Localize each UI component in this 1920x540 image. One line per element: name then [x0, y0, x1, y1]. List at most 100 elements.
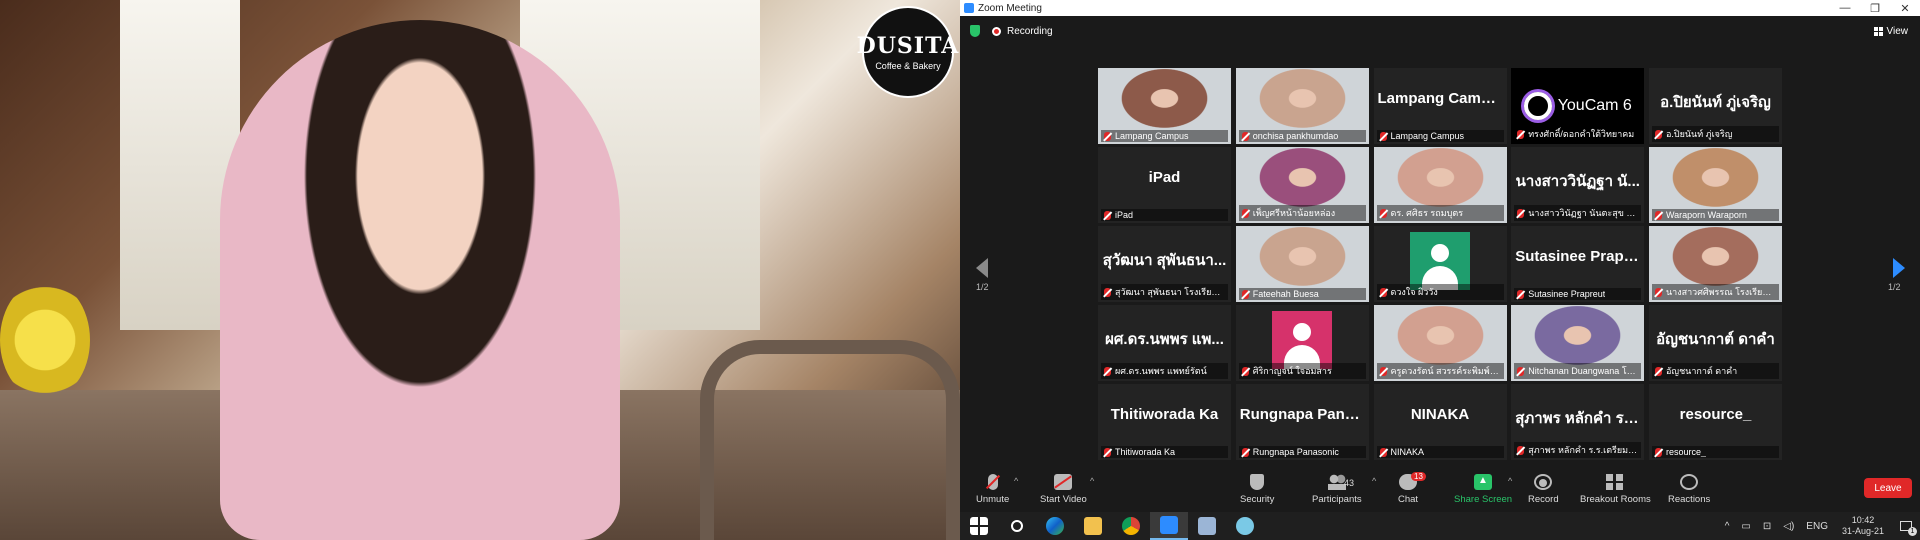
speaker-person	[220, 20, 620, 540]
participant-tile[interactable]: เพ็ญศรีหน้าน้อยหล่อง	[1235, 147, 1369, 223]
taskbar-edge[interactable]	[1036, 512, 1074, 540]
muted-mic-icon	[1379, 131, 1387, 141]
search-button[interactable]	[998, 512, 1036, 540]
chat-button[interactable]: 13 Chat	[1398, 472, 1426, 505]
taskbar-app[interactable]	[1188, 512, 1226, 540]
unmute-button[interactable]: Unmute	[976, 474, 1009, 505]
unmute-label: Unmute	[976, 494, 1010, 505]
participant-name-label: Waraporn Waraporn	[1652, 209, 1779, 221]
participant-tile[interactable]: อัญชนากาต์ ดาคำ อัญชนากาต์ ดาคำ	[1649, 305, 1782, 381]
participant-tile[interactable]: Sutasinee Prapr... Sutasinee Prapreut	[1511, 226, 1645, 302]
participant-name: Thitiworada Ka	[1115, 447, 1176, 457]
participant-name-label: Fateehah Buesa	[1238, 288, 1366, 300]
chevron-up-icon[interactable]: ^	[1725, 521, 1730, 532]
reactions-button[interactable]: Reactions	[1668, 474, 1710, 505]
clock[interactable]: 10:42 31-Aug-21	[1842, 515, 1884, 537]
audio-options-caret-icon[interactable]: ^	[1014, 476, 1018, 486]
participant-display-name: สุวัฒนา สุพันธนา...	[1102, 252, 1227, 269]
participant-name-label: Sutasinee Prapreut	[1514, 288, 1642, 300]
participant-name-label: ดร. ศศิธร รถมบุตร	[1376, 205, 1504, 221]
participants-count: 43	[1344, 478, 1355, 488]
taskbar-zoom[interactable]	[1150, 512, 1188, 540]
breakout-rooms-button[interactable]: Breakout Rooms	[1580, 474, 1651, 505]
muted-mic-icon	[1655, 129, 1662, 139]
share-options-caret-icon[interactable]: ^	[1508, 476, 1512, 486]
taskbar-file-explorer[interactable]	[1074, 512, 1112, 540]
start-button[interactable]	[960, 512, 998, 540]
muted-mic-icon	[1655, 447, 1662, 457]
next-page-arrow-icon[interactable]	[1893, 258, 1905, 278]
participant-tile[interactable]: ครูดวงรัตน์ สวรรค์ระพิมพ์วิทยา	[1373, 305, 1507, 381]
participant-tile[interactable]: ดวงใจ ผิววัง	[1373, 226, 1507, 302]
previous-page-arrow-icon[interactable]	[976, 258, 988, 278]
volume-icon[interactable]: ◁)	[1783, 521, 1794, 532]
participant-tile[interactable]: YouCam 6 ทรงศักดิ์/ดอกคำใต้วิทยาคม	[1511, 68, 1645, 144]
recording-indicator[interactable]: Recording	[992, 26, 1053, 37]
chrome-icon	[1122, 517, 1140, 535]
participant-tile[interactable]: Fateehah Buesa	[1235, 226, 1369, 302]
system-tray: ^ ▭ ⊡ ◁) ENG 10:42 31-Aug-21 1	[1719, 515, 1920, 537]
participants-caret-icon[interactable]: ^	[1372, 476, 1376, 486]
default-avatar-icon	[1272, 311, 1333, 369]
page-indicator-left: 1/2	[976, 282, 989, 292]
muted-mic-icon	[1517, 289, 1525, 299]
participant-display-name: iPad	[1148, 169, 1181, 186]
restore-button[interactable]: ❐	[1860, 2, 1890, 15]
participant-tile[interactable]: สุวัฒนา สุพันธนา... สุวัฒนา สุพันธนา โรงเ…	[1098, 226, 1231, 302]
start-video-button[interactable]: Start Video	[1040, 474, 1087, 505]
muted-mic-icon	[1241, 131, 1249, 141]
participant-tile[interactable]: ดร. ศศิธร รถมบุตร	[1373, 147, 1507, 223]
logo-text: DUSITA	[856, 33, 960, 59]
breakout-rooms-label: Breakout Rooms	[1580, 494, 1651, 505]
muted-mic-icon	[1104, 131, 1111, 141]
network-icon[interactable]: ⊡	[1763, 521, 1771, 532]
grid-icon	[1873, 26, 1883, 36]
participant-name-label: Thitiworada Ka	[1101, 446, 1228, 458]
participant-tile[interactable]: resource_ resource_	[1649, 384, 1782, 460]
breakout-rooms-icon	[1606, 474, 1625, 490]
participant-tile[interactable]: Rungnapa Pana... Rungnapa Panasonic	[1235, 384, 1369, 460]
notification-icon[interactable]: 1	[1900, 521, 1917, 536]
participant-display-name: นางสาววินัฏฐา นั...	[1515, 173, 1640, 190]
record-icon	[1534, 474, 1553, 490]
participant-tile[interactable]: Lampang Campus Lampang Campus	[1373, 68, 1507, 144]
participant-tile[interactable]: iPad iPad	[1098, 147, 1231, 223]
share-screen-label: Share Screen	[1454, 494, 1513, 505]
shield-icon[interactable]	[970, 25, 980, 37]
video-off-icon	[1054, 474, 1073, 490]
participants-button[interactable]: Participants	[1312, 474, 1362, 505]
close-button[interactable]: ✕	[1890, 2, 1920, 15]
participant-tile[interactable]: นางสาวศศิพรรณ โรงเรียนดาร...	[1649, 226, 1782, 302]
participant-name: ผศ.ดร.นพพร แพทย์รัตน์	[1115, 366, 1207, 376]
muted-mic-icon	[1379, 208, 1387, 218]
meeting-top-bar: Recording View	[960, 20, 1920, 42]
participant-tile[interactable]: อ.ปิยนันท์ ภู่เจริญ อ.ปิยนันท์ ภู่เจริญ	[1649, 68, 1782, 144]
language-indicator[interactable]: ENG	[1806, 521, 1828, 532]
video-options-caret-icon[interactable]: ^	[1090, 476, 1094, 486]
participant-tile[interactable]: Waraporn Waraporn	[1649, 147, 1782, 223]
participant-tile[interactable]: Lampang Campus	[1098, 68, 1231, 144]
participant-tile[interactable]: ศิริกาญจน์ ใจอมสาร	[1235, 305, 1369, 381]
share-screen-button[interactable]: Share Screen	[1454, 474, 1512, 505]
zoom-app-icon	[964, 3, 974, 13]
muted-mic-icon	[1379, 287, 1387, 297]
participant-display-name: อัญชนากาต์ ดาคำ	[1656, 331, 1775, 348]
meeting-toolbar: Unmute ^ Start Video ^ Security Particip…	[960, 470, 1920, 512]
taskbar-app-2[interactable]	[1226, 512, 1264, 540]
participant-tile[interactable]: นางสาววินัฏฐา นั... นางสาววินัฏฐา นันตะสุ…	[1511, 147, 1645, 223]
participant-tile[interactable]: Thitiworada Ka Thitiworada Ka	[1098, 384, 1231, 460]
participant-tile[interactable]: onchisa pankhumdao	[1235, 68, 1369, 144]
record-button[interactable]: Record	[1528, 474, 1559, 505]
battery-icon[interactable]: ▭	[1741, 521, 1750, 532]
record-label: Record	[1528, 494, 1559, 505]
leave-button[interactable]: Leave	[1864, 478, 1912, 498]
participant-tile[interactable]: NINAKA NINAKA	[1373, 384, 1507, 460]
windows-logo-icon	[970, 517, 988, 535]
participant-tile[interactable]: สุภาพร หลักคำ ร.... สุภาพร หลักคำ ร.ร.เตร…	[1511, 384, 1645, 460]
participant-tile[interactable]: ผศ.ดร.นพพร แพ... ผศ.ดร.นพพร แพทย์รัตน์	[1098, 305, 1231, 381]
view-button[interactable]: View	[1873, 26, 1908, 37]
minimize-button[interactable]: —	[1830, 2, 1860, 15]
security-button[interactable]: Security	[1240, 474, 1274, 505]
taskbar-chrome[interactable]	[1112, 512, 1150, 540]
participant-tile[interactable]: Nitchanan Duangwana โร...	[1511, 305, 1645, 381]
